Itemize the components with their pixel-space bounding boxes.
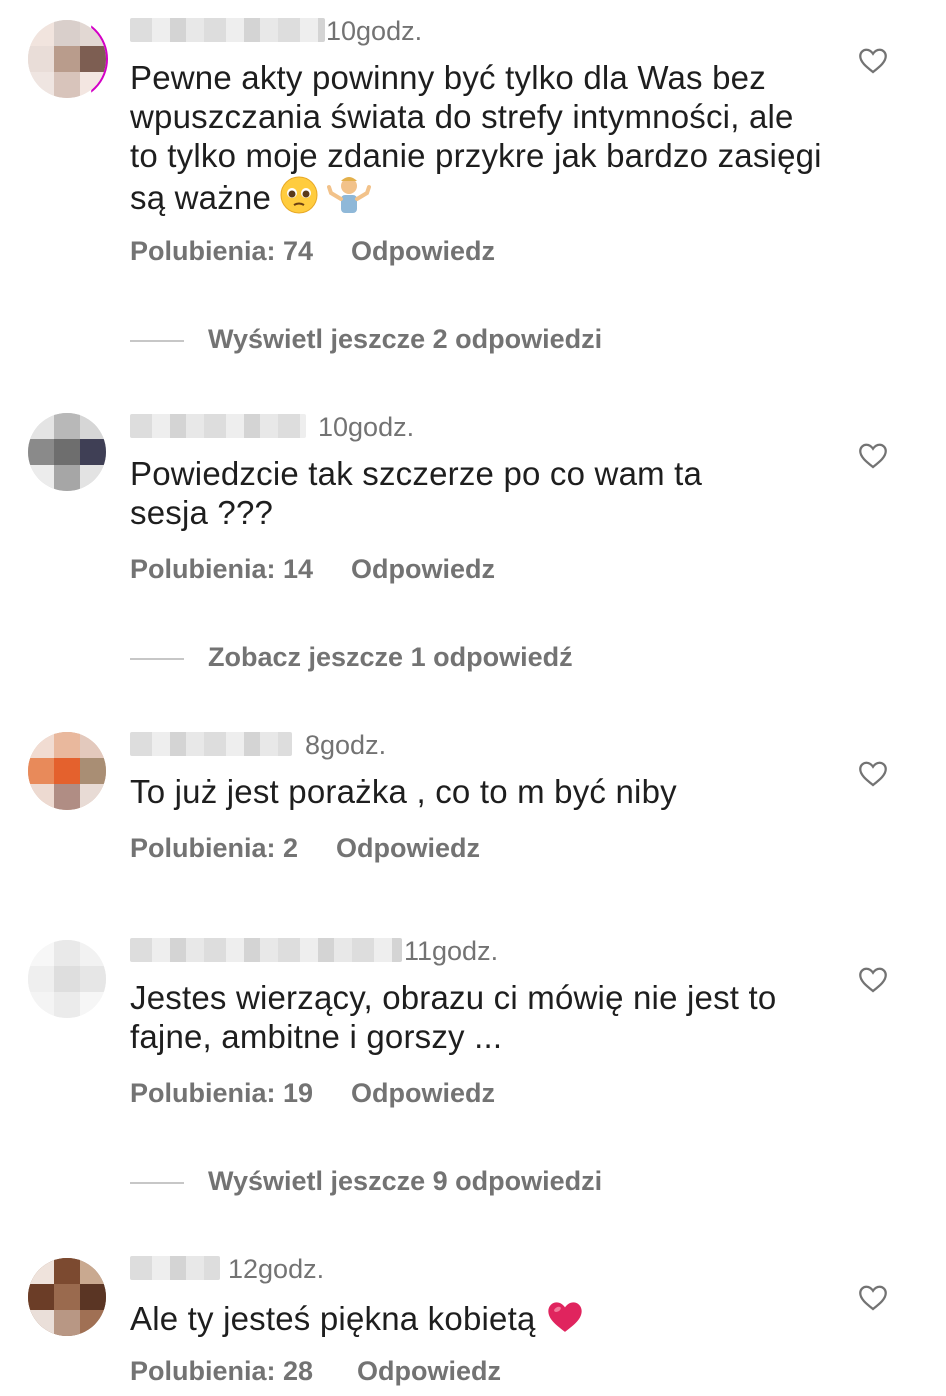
view-more-replies[interactable]: Wyświetl jeszcze 9 odpowiedzi	[130, 1166, 602, 1197]
reply-button[interactable]: Odpowiedz	[336, 833, 480, 864]
comment-body: Ale ty jesteś piękna kobietą	[130, 1300, 536, 1337]
heart-outline-icon[interactable]	[856, 756, 890, 790]
reply-button[interactable]: Odpowiedz	[357, 1356, 501, 1387]
more-replies-label[interactable]: Wyświetl jeszcze 2 odpowiedzi	[208, 324, 602, 354]
likes-count[interactable]: Polubienia: 2	[130, 833, 298, 864]
heart-outline-icon[interactable]	[856, 962, 890, 996]
comment-actions: Polubienia: 19 Odpowiedz	[130, 1078, 495, 1109]
heart-outline-icon[interactable]	[856, 438, 890, 472]
comment-text: Ale ty jesteś piękna kobietą	[130, 1296, 830, 1344]
divider-line	[130, 657, 184, 660]
view-more-replies[interactable]: Zobacz jeszcze 1 odpowiedź	[130, 642, 573, 673]
divider-line	[130, 339, 184, 342]
comment-actions: Polubienia: 14 Odpowiedz	[130, 554, 495, 585]
divider-line	[130, 1181, 184, 1184]
likes-count[interactable]: Polubienia: 19	[130, 1078, 313, 1109]
reply-button[interactable]: Odpowiedz	[351, 1078, 495, 1109]
heart-outline-icon[interactable]	[856, 1280, 890, 1314]
more-replies-label[interactable]: Wyświetl jeszcze 9 odpowiedzi	[208, 1166, 602, 1196]
view-more-replies[interactable]: Wyświetl jeszcze 2 odpowiedzi	[130, 324, 602, 355]
comment-text: To już jest porażka , co to m być niby	[130, 773, 677, 810]
comment-time: 11godz.	[404, 936, 499, 966]
more-replies-label[interactable]: Zobacz jeszcze 1 odpowiedź	[208, 642, 573, 672]
comment-actions: Polubienia: 74 Odpowiedz	[130, 236, 495, 267]
avatar[interactable]	[28, 413, 106, 491]
comment-actions: Polubienia: 28 Odpowiedz	[130, 1356, 501, 1387]
comment-body: Pewne akty powinny być tylko dla Was bez…	[130, 59, 822, 216]
person-shrugging-icon	[327, 175, 372, 223]
comment-time: 10godz.	[318, 412, 415, 442]
reply-button[interactable]: Odpowiedz	[351, 236, 495, 267]
likes-count[interactable]: Polubienia: 14	[130, 554, 313, 585]
comment-text: Jestes wierzący, obrazu ci mówię nie jes…	[130, 979, 777, 1055]
likes-count[interactable]: Polubienia: 74	[130, 236, 313, 267]
avatar[interactable]	[28, 732, 106, 810]
likes-count[interactable]: Polubienia: 28	[130, 1356, 313, 1387]
comment-time: 8godz.	[305, 730, 387, 760]
red-heart-icon	[544, 1296, 586, 1344]
avatar[interactable]	[28, 1258, 106, 1336]
reply-button[interactable]: Odpowiedz	[351, 554, 495, 585]
username-redacted[interactable]	[130, 414, 306, 438]
username-redacted[interactable]	[130, 1256, 220, 1280]
username-redacted[interactable]	[130, 938, 402, 962]
avatar[interactable]	[28, 940, 106, 1018]
comment-actions: Polubienia: 2 Odpowiedz	[130, 833, 480, 864]
comment-time: 10godz.	[326, 16, 423, 46]
pleading-face-icon	[279, 175, 319, 223]
comment-text: Powiedzcie tak szczerze po co wam ta ses…	[130, 455, 703, 531]
username-redacted[interactable]	[130, 18, 325, 42]
comment-time: 12godz.	[228, 1254, 325, 1284]
username-redacted[interactable]	[130, 732, 292, 756]
comment-text: Pewne akty powinny być tylko dla Was bez…	[130, 58, 830, 223]
heart-outline-icon[interactable]	[856, 43, 890, 77]
